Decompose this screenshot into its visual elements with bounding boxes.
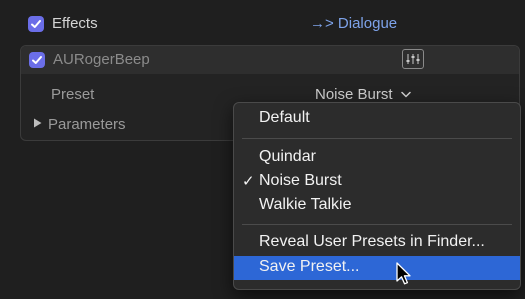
disclosure-triangle-icon[interactable] [33, 118, 42, 128]
plugin-edit-icon [406, 54, 420, 64]
menu-item-walkie-talkie[interactable]: Walkie Talkie [259, 196, 351, 214]
checkmark-icon [31, 20, 41, 28]
mouse-pointer-icon [396, 262, 411, 285]
menu-item-quindar[interactable]: Quindar [259, 148, 316, 166]
menu-item-save-preset[interactable]: Save Preset... [259, 258, 360, 276]
menu-separator [242, 138, 512, 139]
chevron-down-icon[interactable] [401, 91, 411, 98]
parameters-label[interactable]: Parameters [48, 116, 126, 133]
menu-item-default[interactable]: Default [259, 109, 310, 127]
preset-menu: Default Quindar ✓ Noise Burst Walkie Tal… [233, 102, 521, 290]
menu-item-reveal-presets[interactable]: Reveal User Presets in Finder... [259, 233, 485, 251]
dialogue-route-link[interactable]: →> Dialogue [310, 15, 397, 32]
plugin-enable-checkbox[interactable] [29, 52, 45, 68]
preset-popup-button[interactable]: Noise Burst [315, 86, 393, 103]
menu-separator [242, 224, 512, 225]
plugin-edit-button[interactable] [402, 49, 424, 69]
effects-header: Effects →> Dialogue [0, 0, 525, 44]
effects-label: Effects [52, 15, 98, 32]
preset-label: Preset [51, 86, 95, 103]
checkmark-icon [32, 56, 42, 64]
plugin-name: AURogerBeep [53, 51, 150, 68]
plugin-header: AURogerBeep [21, 46, 519, 74]
effects-checkbox[interactable] [28, 16, 44, 32]
menu-item-noise-burst[interactable]: Noise Burst [259, 172, 342, 190]
checkmark-icon: ✓ [242, 173, 255, 190]
